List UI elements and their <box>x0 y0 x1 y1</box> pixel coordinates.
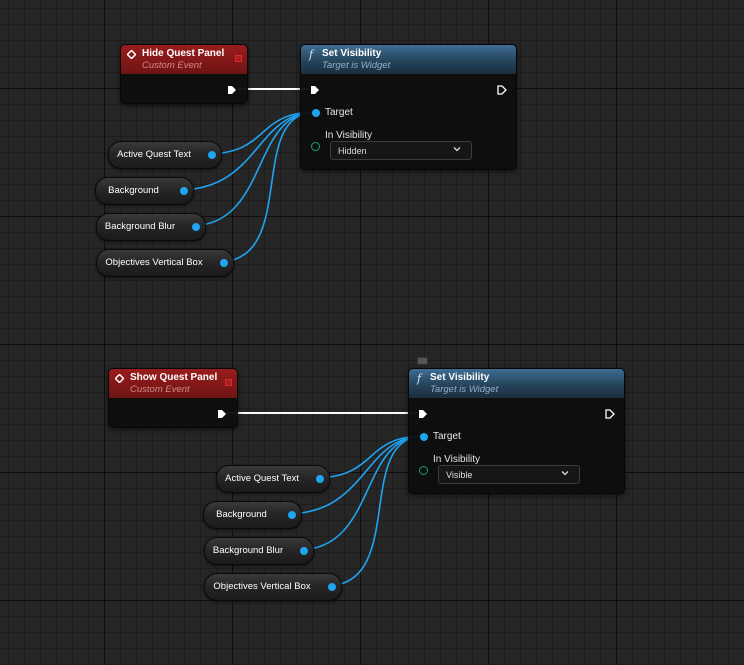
visibility-value: Hidden <box>338 146 367 156</box>
function-f-icon: f <box>417 372 422 385</box>
visibility-value: Visible <box>446 470 473 480</box>
var-output-pin[interactable] <box>180 187 188 195</box>
event-title: Hide Quest Panel <box>142 48 225 59</box>
set-visibility-node-show[interactable]: f Set Visibility Target is Widget Target… <box>408 368 625 494</box>
var-output-pin[interactable] <box>208 151 216 159</box>
var-label: Background Blur <box>212 545 284 556</box>
var-output-pin[interactable] <box>192 223 200 231</box>
exec-out-pin[interactable] <box>217 409 227 419</box>
chevron-down-icon <box>453 147 461 152</box>
event-diamond-icon <box>115 374 124 383</box>
event-diamond-icon <box>127 50 136 59</box>
target-label: Target <box>433 431 461 442</box>
var-label: Background <box>216 509 267 520</box>
delegate-pin[interactable] <box>225 379 232 386</box>
chevron-down-icon <box>561 471 569 476</box>
event-node-header: Show Quest Panel Custom Event <box>109 369 237 398</box>
target-label: Target <box>325 107 353 118</box>
var-output-pin[interactable] <box>316 475 324 483</box>
var-node-objectives-vertical-box[interactable]: Objectives Vertical Box <box>96 249 234 277</box>
in-visibility-pin[interactable] <box>311 142 320 151</box>
collapsed-comment-icon[interactable] <box>417 357 428 365</box>
var-node-active-quest-text[interactable]: Active Quest Text <box>108 141 222 169</box>
function-subtitle: Target is Widget <box>322 60 391 71</box>
event-subtitle: Custom Event <box>130 384 190 395</box>
visibility-dropdown[interactable]: Visible <box>438 465 580 484</box>
var-label: Active Quest Text <box>225 473 299 484</box>
target-pin[interactable] <box>420 433 428 441</box>
in-visibility-label: In Visibility <box>433 454 481 465</box>
data-wire <box>297 435 425 551</box>
custom-event-node-show-quest-panel[interactable]: Show Quest Panel Custom Event <box>108 368 238 428</box>
function-title: Set Visibility <box>430 372 490 383</box>
target-pin[interactable] <box>312 109 320 117</box>
event-node-header: Hide Quest Panel Custom Event <box>121 45 247 74</box>
var-label: Objectives Vertical Box <box>213 581 311 592</box>
exec-in-pin[interactable] <box>418 409 428 419</box>
exec-in-pin[interactable] <box>310 85 320 95</box>
function-node-header: f Set Visibility Target is Widget <box>301 45 516 74</box>
var-node-background-blur[interactable]: Background Blur <box>96 213 206 241</box>
var-label: Objectives Vertical Box <box>105 257 203 268</box>
in-visibility-pin[interactable] <box>419 466 428 475</box>
function-f-icon: f <box>309 48 314 61</box>
function-subtitle: Target is Widget <box>430 384 499 395</box>
var-node-background[interactable]: Background <box>95 177 194 205</box>
var-node-active-quest-text[interactable]: Active Quest Text <box>216 465 330 493</box>
event-title: Show Quest Panel <box>130 372 218 383</box>
var-output-pin[interactable] <box>300 547 308 555</box>
var-output-pin[interactable] <box>288 511 296 519</box>
function-node-header: f Set Visibility Target is Widget <box>409 369 624 398</box>
custom-event-node-hide-quest-panel[interactable]: Hide Quest Panel Custom Event <box>120 44 248 104</box>
exec-out-pin[interactable] <box>497 85 507 95</box>
var-node-background[interactable]: Background <box>203 501 302 529</box>
function-title: Set Visibility <box>322 48 382 59</box>
var-label: Background <box>108 185 159 196</box>
var-node-objectives-vertical-box[interactable]: Objectives Vertical Box <box>204 573 342 601</box>
delegate-pin[interactable] <box>235 55 242 62</box>
var-output-pin[interactable] <box>328 583 336 591</box>
var-label: Background Blur <box>104 221 176 232</box>
event-subtitle: Custom Event <box>142 60 202 71</box>
var-output-pin[interactable] <box>220 259 228 267</box>
data-wire <box>189 111 317 227</box>
var-label: Active Quest Text <box>117 149 191 160</box>
set-visibility-node-hide[interactable]: f Set Visibility Target is Widget Target… <box>300 44 517 170</box>
visibility-dropdown[interactable]: Hidden <box>330 141 472 160</box>
in-visibility-label: In Visibility <box>325 130 373 141</box>
var-node-background-blur[interactable]: Background Blur <box>204 537 314 565</box>
exec-out-pin[interactable] <box>227 85 237 95</box>
exec-out-pin[interactable] <box>605 409 615 419</box>
